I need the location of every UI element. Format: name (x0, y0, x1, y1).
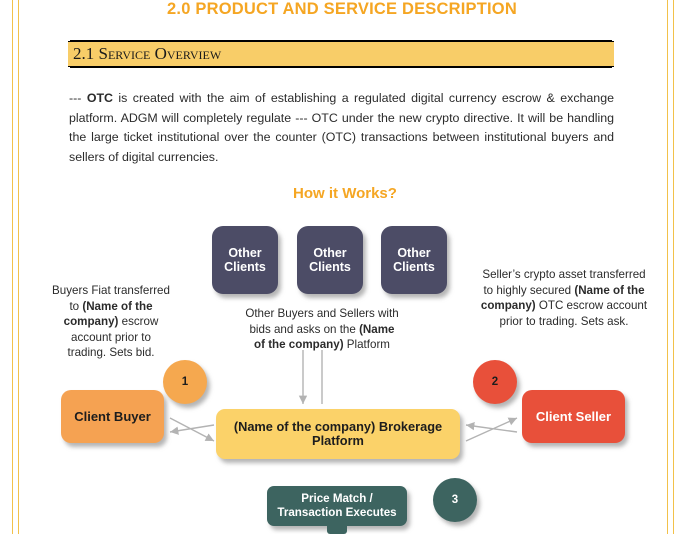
other-clients-label-3: Other Clients (393, 246, 435, 274)
other-clients-box-3[interactable]: Other Clients (381, 226, 447, 294)
step-circle-2-label: 2 (491, 376, 499, 388)
paragraph-rest: is created with the aim of establishing … (69, 91, 614, 164)
page-border-right (667, 0, 674, 534)
arrow-platform-to-buyer (169, 424, 215, 435)
step-circle-1[interactable]: 1 (163, 360, 207, 404)
other-clients-box-2[interactable]: Other Clients (297, 226, 363, 294)
client-buyer-box[interactable]: Client Buyer (61, 390, 164, 443)
other-clients-line2: Clients (309, 260, 351, 274)
page-title: 2.0 PRODUCT AND SERVICE DESCRIPTION (167, 0, 517, 18)
other-clients-line2: Clients (393, 260, 435, 274)
annotation-seller: Seller’s crypto asset transferred to hig… (478, 267, 650, 329)
annotation-clients: Other Buyers and Sellers with bids and a… (243, 306, 401, 353)
body-paragraph: --- OTC is created with the aim of estab… (69, 89, 614, 167)
step-circle-1-label: 1 (181, 376, 189, 388)
price-match-line1: Price Match / (301, 492, 373, 505)
brokerage-platform-label: (Name of the company) Brokerage Platform (234, 420, 442, 448)
client-buyer-label: Client Buyer (74, 408, 151, 424)
client-seller-box[interactable]: Client Seller (522, 390, 625, 443)
other-clients-label-1: Other Clients (224, 246, 266, 274)
brokerage-line1: (Name of the company) Brokerage (233, 419, 443, 434)
other-clients-line1: Other (313, 246, 347, 260)
section-heading-text: 2.1 Service Overview (73, 44, 222, 63)
step-circle-2[interactable]: 2 (473, 360, 517, 404)
brokerage-platform-box[interactable]: (Name of the company) Brokerage Platform (216, 409, 460, 459)
brokerage-line2: Platform (312, 433, 364, 448)
other-clients-line1: Other (397, 246, 431, 260)
paragraph-bold-otc: OTC (86, 91, 113, 105)
price-match-box[interactable]: Price Match / Transaction Executes (267, 486, 407, 526)
price-match-line2: Transaction Executes (277, 506, 397, 519)
diagram-title: How it Works? (293, 185, 397, 202)
step-circle-3-label: 3 (451, 494, 459, 506)
step-circle-3[interactable]: 3 (433, 478, 477, 522)
price-match-label: Price Match / Transaction Executes (277, 492, 396, 520)
other-clients-box-1[interactable]: Other Clients (212, 226, 278, 294)
arrow-seller-to-platform (465, 421, 518, 433)
client-seller-label: Client Seller (535, 408, 612, 424)
page-border-left (12, 0, 19, 534)
other-clients-label-2: Other Clients (309, 246, 351, 274)
arrow-buyer-to-platform (169, 417, 215, 442)
other-clients-line1: Other (228, 246, 262, 260)
paragraph-prefix: --- (69, 91, 87, 105)
arrow-platform-to-seller (465, 417, 518, 442)
other-clients-line2: Clients (224, 260, 266, 274)
section-heading-band: 2.1 Service Overview (68, 41, 614, 67)
annotation-buyer: Buyers Fiat transferred to (Name of the … (52, 283, 170, 361)
price-match-connector-tab (327, 526, 347, 534)
annotation-clients-part3: Platform (343, 338, 390, 351)
